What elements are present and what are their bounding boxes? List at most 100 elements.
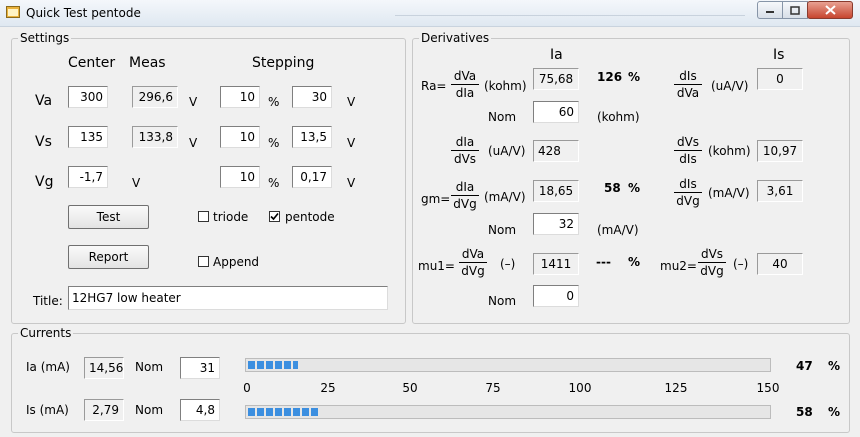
- report-button[interactable]: Report: [68, 245, 149, 269]
- va-center-input[interactable]: 300: [68, 86, 108, 108]
- close-button[interactable]: [807, 1, 853, 19]
- checkmark-icon: [270, 212, 279, 221]
- vg-step-value-input[interactable]: 0,17: [292, 166, 332, 188]
- ra-value: 75,68: [533, 68, 579, 90]
- minimize-button[interactable]: [757, 1, 783, 19]
- va-step-pct-input[interactable]: 10: [220, 86, 260, 108]
- is-nom-label: Nom: [135, 403, 164, 417]
- dia-dvs-value: 428: [533, 140, 579, 162]
- center-header: Center: [68, 55, 116, 71]
- dvs-dis-unit: (kohm): [708, 144, 751, 158]
- is-percent-value: 58: [796, 405, 813, 419]
- va-step-value-input[interactable]: 30: [292, 86, 332, 108]
- dis-dvg-denominator: dVg: [676, 194, 700, 208]
- vg-unit: V: [132, 176, 141, 190]
- dvs-dis-fraction: dVs dIs: [674, 135, 702, 166]
- mu2-prefix: mu2=: [660, 259, 697, 273]
- gm-unit: (mA/V): [484, 190, 526, 204]
- ra-nom-input[interactable]: 60: [533, 101, 579, 123]
- ra-denominator: dIa: [455, 86, 475, 100]
- dis-dvg-numerator: dIs: [674, 177, 702, 193]
- vs-center-input[interactable]: 135: [68, 126, 108, 148]
- window-title: Quick Test pentode: [26, 6, 141, 20]
- mu1-denominator: dVg: [461, 264, 485, 278]
- ra-numerator: dVa: [451, 69, 479, 85]
- app-icon: [6, 6, 20, 18]
- vg-label: Vg: [35, 174, 54, 190]
- gm-fraction: dIa dVg: [451, 180, 479, 211]
- mu2-fraction: dVs dVg: [698, 247, 726, 278]
- ia-progress-fill: [248, 361, 298, 369]
- is-current-value: 2,79: [84, 399, 124, 421]
- ra-percent-value: 126: [597, 70, 623, 84]
- mu1-nom-input[interactable]: 0: [533, 285, 579, 307]
- title-label: Title:: [33, 294, 63, 308]
- settings-group-label: Settings: [18, 31, 72, 45]
- dia-dvs-unit: (uA/V): [488, 144, 526, 158]
- dvs-dis-value: 10,97: [757, 140, 803, 162]
- gm-percent-sign: %: [628, 181, 641, 195]
- pentode-checkbox[interactable]: [269, 211, 280, 222]
- mu1-value: 1411: [533, 253, 579, 275]
- title-bar-decoration: [395, 15, 745, 16]
- mu1-percent-value: ---: [596, 255, 611, 269]
- va-meas-value: 296,6: [132, 86, 178, 108]
- ia-current-label: Ia (mA): [26, 360, 70, 374]
- append-label: Append: [213, 255, 260, 269]
- ia-progress-bar: [245, 358, 771, 372]
- dis-dvg-unit: (mA/V): [708, 186, 750, 200]
- dia-dvs-denominator: dVs: [453, 152, 477, 166]
- mu2-denominator: dVg: [700, 264, 724, 278]
- vs-meas-value: 133,8: [132, 126, 178, 148]
- append-checkbox[interactable]: [198, 256, 209, 267]
- triode-label: triode: [213, 210, 249, 224]
- mu2-unit: (–): [733, 257, 749, 271]
- vg-pct-unit: %: [268, 176, 280, 190]
- vs-step-value-input[interactable]: 13,5: [292, 126, 332, 148]
- gm-nom-label: Nom: [488, 223, 517, 237]
- gm-numerator: dIa: [451, 180, 479, 196]
- ia-nom-label: Nom: [135, 360, 164, 374]
- is-nom-input[interactable]: 4,8: [180, 399, 220, 421]
- scale-tick: 50: [402, 381, 418, 395]
- va-unit: V: [189, 95, 198, 109]
- mu1-prefix: mu1=: [418, 259, 455, 273]
- dvs-dis-numerator: dVs: [674, 135, 702, 151]
- vs-pct-unit: %: [268, 136, 280, 150]
- mu1-nom-label: Nom: [488, 294, 517, 308]
- ia-nom-input[interactable]: 31: [180, 357, 220, 379]
- ia-percent-sign: %: [828, 359, 841, 373]
- title-bar: Quick Test pentode: [0, 0, 860, 27]
- maximize-icon: [790, 5, 800, 15]
- scale-tick: 100: [568, 381, 592, 395]
- vg-center-input[interactable]: -1,7: [68, 166, 108, 188]
- gm-prefix: gm=: [421, 192, 451, 206]
- ra-fraction: dVa dIa: [451, 69, 479, 100]
- is-current-label: Is (mA): [26, 403, 69, 417]
- mu1-unit: (–): [500, 257, 516, 271]
- gm-nom-input[interactable]: 32: [533, 213, 579, 235]
- vs-step-pct-input[interactable]: 10: [220, 126, 260, 148]
- ra-percent-sign: %: [628, 70, 641, 84]
- close-icon: [824, 5, 836, 15]
- triode-checkbox[interactable]: [198, 211, 209, 222]
- dis-dvg-fraction: dIs dVg: [674, 177, 702, 208]
- va-pct-unit: %: [268, 95, 280, 109]
- scale-tick: 25: [320, 381, 336, 395]
- dis-dva-unit: (uA/V): [711, 79, 749, 93]
- va-label: Va: [35, 93, 53, 109]
- maximize-button[interactable]: [782, 1, 808, 19]
- currents-group-label: Currents: [18, 326, 74, 340]
- ra-nom-label: Nom: [488, 110, 517, 124]
- va-step-unit: V: [347, 95, 356, 109]
- ia-percent-value: 47: [796, 359, 813, 373]
- meas-header: Meas: [129, 55, 166, 71]
- vg-step-pct-input[interactable]: 10: [220, 166, 260, 188]
- vs-label: Vs: [35, 134, 52, 150]
- scale-tick: 150: [756, 381, 780, 395]
- vs-step-unit: V: [347, 136, 356, 150]
- title-input[interactable]: 12HG7 low heater: [68, 286, 388, 310]
- ra-nom-unit: (kohm): [597, 110, 640, 124]
- pentode-label: pentode: [285, 210, 335, 224]
- test-button[interactable]: Test: [68, 205, 149, 229]
